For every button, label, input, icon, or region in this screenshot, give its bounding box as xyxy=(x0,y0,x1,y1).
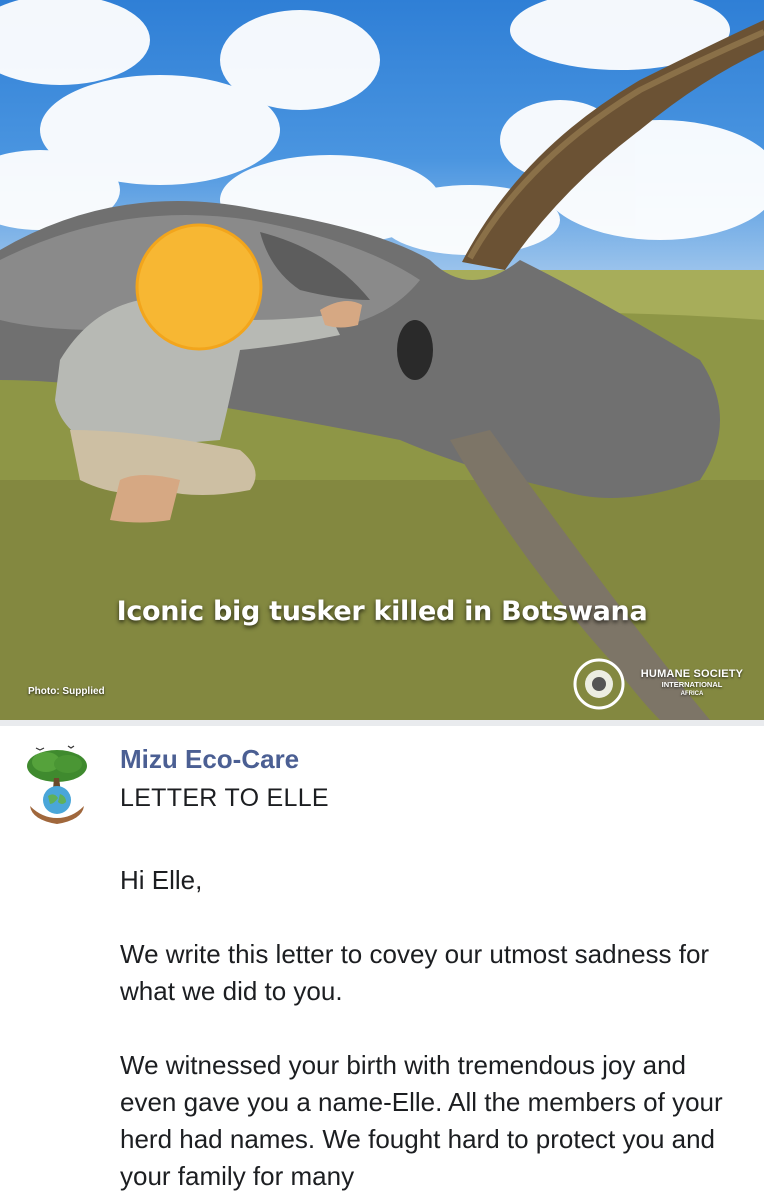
photo-credit: Photo: Supplied xyxy=(28,686,105,697)
hsi-line3: AFRICA xyxy=(680,691,704,697)
hsi-line2: INTERNATIONAL xyxy=(661,680,723,689)
hsi-logo-text: HUMANE SOCIETY INTERNATIONAL AFRICA xyxy=(630,668,754,698)
post-title: LETTER TO ELLE xyxy=(120,784,329,812)
post-author-name[interactable]: Mizu Eco-Care xyxy=(120,744,299,775)
hsi-line1: HUMANE SOCIETY xyxy=(640,668,744,680)
paragraph-1: We write this letter to covey our utmost… xyxy=(120,939,710,1006)
photo-caption: Iconic big tusker killed in Botswana xyxy=(116,596,648,627)
hsi-watermark: HUMANE SOCIETY INTERNATIONAL AFRICA xyxy=(574,656,754,710)
post-photo[interactable]: Iconic big tusker killed in Botswana Pho… xyxy=(0,0,764,720)
paragraph-greeting: Hi Elle, xyxy=(120,865,203,895)
post-card: Mizu Eco-Care LETTER TO ELLE Hi Elle, We… xyxy=(0,726,764,1200)
author-avatar-tree-icon[interactable] xyxy=(22,742,92,828)
post-body: Hi Elle, We write this letter to covey o… xyxy=(120,862,740,1200)
paragraph-2: We witnessed your birth with tremendous … xyxy=(120,1050,723,1191)
